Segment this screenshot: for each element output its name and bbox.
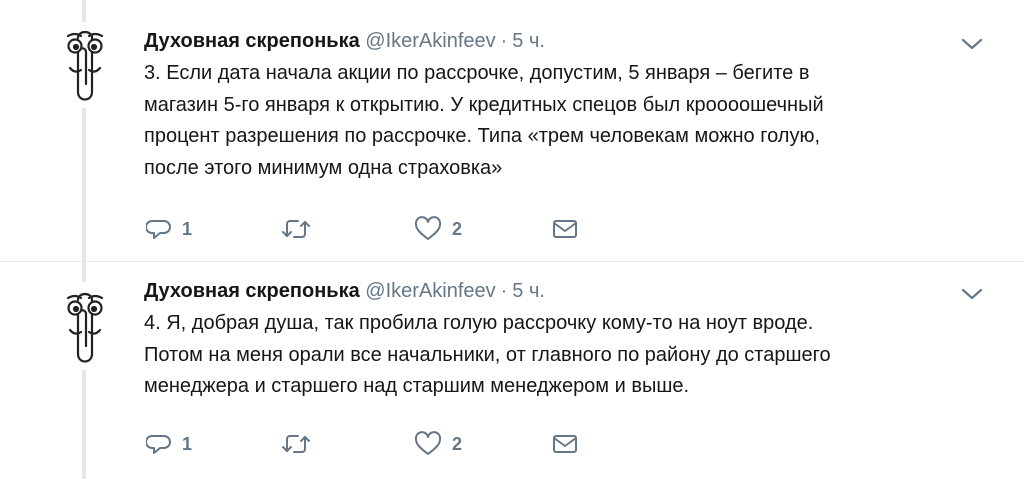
- envelope-icon: [553, 220, 577, 238]
- reply-icon: [146, 435, 171, 454]
- reply-count: 1: [182, 218, 193, 239]
- tweet[interactable]: Духовная скрепонька @IkerAkinfeev · 5 ч. 4…: [0, 262, 1024, 479]
- tweet-actions: 1 2: [146, 214, 606, 244]
- reply-button[interactable]: 1: [146, 429, 192, 459]
- like-button[interactable]: 2: [414, 429, 462, 459]
- tweet-header: Духовная скрепонька @IkerAkinfeev · 5 ч.: [144, 278, 545, 304]
- author-name[interactable]: Духовная скрепонька: [144, 30, 360, 52]
- author-handle[interactable]: @IkerAkinfeev: [365, 280, 495, 302]
- chevron-down-icon[interactable]: [960, 286, 984, 302]
- tweet-text: 3. Если дата начала акции по рассрочке, …: [144, 62, 824, 179]
- reply-count: 1: [182, 433, 193, 454]
- like-button[interactable]: 2: [414, 214, 462, 244]
- retweet-icon: [282, 435, 310, 453]
- avatar[interactable]: [48, 26, 122, 106]
- avatar[interactable]: [48, 288, 122, 368]
- like-count: 2: [452, 218, 463, 239]
- tweet-actions: 1 2: [146, 429, 606, 459]
- separator-dot: ·: [500, 30, 508, 52]
- tweet-header: Духовная скрепонька @IkerAkinfeev · 5 ч.: [144, 28, 545, 54]
- retweet-button[interactable]: [280, 214, 322, 244]
- heart-icon: [414, 216, 442, 240]
- envelope-icon: [553, 435, 577, 453]
- like-count: 2: [452, 433, 463, 454]
- timestamp[interactable]: 5 ч.: [512, 30, 545, 52]
- author-name[interactable]: Духовная скрепонька: [144, 280, 360, 302]
- chevron-down-icon[interactable]: [960, 36, 984, 52]
- tweet-text: 4. Я, добрая душа, так пробила голую рас…: [144, 312, 831, 397]
- direct-message-button[interactable]: [552, 214, 578, 244]
- reply-icon: [146, 220, 171, 239]
- retweet-icon: [282, 220, 310, 238]
- heart-icon: [414, 431, 442, 455]
- retweet-button[interactable]: [280, 429, 322, 459]
- reply-button[interactable]: 1: [146, 214, 192, 244]
- author-handle[interactable]: @IkerAkinfeev: [365, 30, 495, 52]
- timestamp[interactable]: 5 ч.: [512, 280, 545, 302]
- tweet[interactable]: Духовная скрепонька @IkerAkinfeev · 5 ч. 3…: [0, 0, 1024, 262]
- direct-message-button[interactable]: [552, 429, 578, 459]
- separator-dot: ·: [500, 280, 508, 302]
